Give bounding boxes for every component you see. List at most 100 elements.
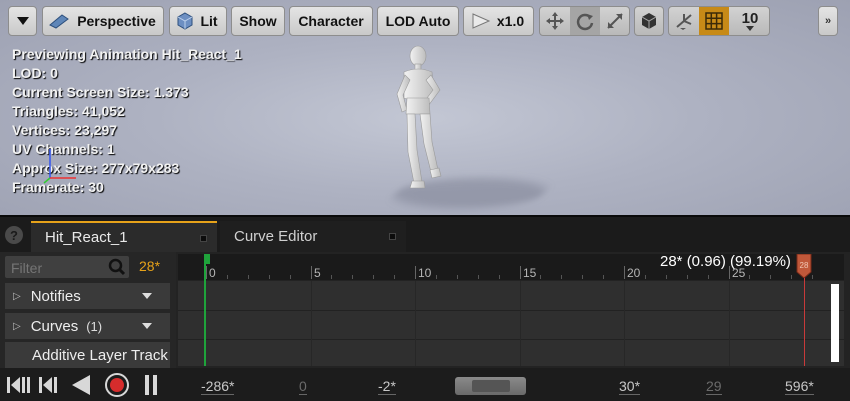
selection-range-end-value: 30* [619, 378, 641, 395]
chevron-down-icon [746, 26, 754, 31]
coordinate-system-button[interactable] [634, 6, 664, 36]
view-range-start-value: -286* [201, 378, 235, 395]
track-notifies[interactable]: ▷ Notifies [5, 283, 170, 309]
ruler-minor-tick [540, 275, 541, 279]
snap-group: 10 [668, 6, 770, 36]
track-additive-layer[interactable]: Additive Layer Track [5, 342, 170, 368]
ruler-minor-tick [582, 275, 583, 279]
animation-viewport[interactable]: Perspective Lit Show Character LOD Auto … [0, 0, 850, 217]
playback-end-line [804, 270, 805, 366]
grid-line [729, 281, 730, 366]
dropdown-arrow-icon[interactable] [142, 293, 152, 299]
view-range-end[interactable]: 596* [785, 378, 814, 395]
current-frame-count: 28* [139, 258, 161, 274]
track-curves-label: Curves [30, 317, 79, 335]
speed-label: x1.0 [496, 13, 525, 29]
vertical-scrollbar[interactable] [831, 284, 839, 362]
view-range-start[interactable]: -286* [201, 378, 235, 395]
playback-range-start-value: 0 [299, 378, 307, 395]
scale-mode-button[interactable] [600, 7, 630, 35]
track-rows-area[interactable] [178, 281, 844, 366]
tab-hit-react-label: Hit_React_1 [45, 229, 128, 246]
go-to-start-button[interactable] [5, 372, 33, 398]
dropdown-arrow-icon[interactable] [142, 323, 152, 329]
step-back-button[interactable] [36, 372, 60, 398]
ruler-tick [311, 266, 312, 279]
perspective-label: Perspective [77, 13, 156, 29]
info-vertices: Vertices: 23,297 [12, 122, 118, 138]
ruler-minor-tick [749, 275, 750, 279]
show-button[interactable]: Show [231, 6, 285, 36]
playback-range-start[interactable]: 0 [299, 378, 307, 395]
lit-sphere-icon [177, 12, 193, 30]
tab-curve-editor[interactable]: Curve Editor [220, 221, 406, 252]
expand-triangle-icon[interactable]: ▷ [13, 291, 21, 302]
info-triangles: Triangles: 41,052 [12, 103, 125, 119]
axis-gizmo-icon [43, 149, 76, 184]
ruler-minor-tick [394, 275, 395, 279]
scrollbar-grip[interactable] [472, 380, 510, 392]
mannequin-figure [396, 45, 442, 189]
playback-start-marker[interactable] [204, 254, 206, 366]
record-button[interactable] [103, 372, 131, 398]
ruler-tick-label: 15 [523, 266, 537, 280]
filter-input[interactable] [5, 256, 113, 280]
expand-triangle-icon[interactable]: ▷ [13, 321, 21, 332]
character-button[interactable]: Character [289, 6, 373, 36]
translate-mode-button[interactable] [540, 7, 570, 35]
perspective-button[interactable]: Perspective [42, 6, 164, 36]
record-icon [105, 373, 129, 397]
selection-range-end[interactable]: 30* [619, 378, 641, 395]
search-icon[interactable] [108, 258, 126, 276]
grid-snap-value-dropdown[interactable]: 10 [729, 7, 771, 35]
ruler-tick-label: 5 [314, 266, 321, 280]
tab-close-dot-icon[interactable] [389, 233, 396, 240]
scale-icon [607, 13, 623, 29]
track-curves[interactable]: ▷ Curves (1) [5, 313, 170, 339]
current-time-readout: 28* (0.96) (99.19%) [660, 253, 791, 270]
tab-hit-react[interactable]: Hit_React_1 [31, 221, 217, 252]
snap-value: 10 [741, 10, 759, 27]
rotate-icon [576, 13, 594, 31]
ruler-tick [624, 266, 625, 279]
character-label: Character [298, 13, 364, 29]
view-range-end-value: 596* [785, 378, 814, 395]
surface-snap-button[interactable] [669, 7, 699, 35]
ruler-minor-tick [227, 275, 228, 279]
grid-snap-button[interactable] [699, 7, 729, 35]
playback-range-end[interactable]: 29 [706, 378, 722, 395]
info-previewing: Previewing Animation Hit_React_1 [12, 46, 242, 62]
ruler-tick [520, 266, 521, 279]
selection-range-start[interactable]: -2* [378, 378, 396, 395]
rotate-mode-button[interactable] [570, 7, 600, 35]
playback-speed-button[interactable]: x1.0 [463, 6, 534, 36]
lod-button[interactable]: LOD Auto [377, 6, 459, 36]
track-curves-count: (1) [86, 318, 103, 334]
lit-button[interactable]: Lit [169, 6, 227, 36]
play-speed-icon [472, 13, 491, 29]
help-icon[interactable]: ? [5, 226, 23, 244]
ruler-minor-tick [290, 275, 291, 279]
expand-toolbar-button[interactable]: » [818, 6, 838, 36]
start-marker-flag[interactable] [204, 254, 210, 264]
ruler-minor-tick [645, 275, 646, 279]
selection-range-start-value: -2* [378, 378, 396, 395]
ruler-tick [415, 266, 416, 279]
ruler-minor-tick [603, 275, 604, 279]
timeline-range-scrollbar[interactable] [455, 377, 526, 395]
tab-curve-editor-label: Curve Editor [234, 228, 318, 245]
grid-icon [705, 12, 723, 30]
row-separator [178, 339, 844, 340]
ruler-minor-tick [791, 275, 792, 279]
tab-close-dot-icon[interactable] [200, 235, 207, 242]
lod-label: LOD Auto [385, 13, 451, 29]
surface-snap-icon [676, 14, 692, 30]
ruler-minor-tick [812, 275, 813, 279]
ruler-minor-tick [248, 275, 249, 279]
viewport-options-button[interactable] [8, 6, 37, 36]
lit-label: Lit [200, 13, 218, 29]
play-reverse-button[interactable] [68, 372, 94, 398]
scrub-head-label: 28 [800, 261, 809, 270]
pause-button[interactable] [140, 372, 162, 398]
scrub-head-handle[interactable]: 28 [796, 254, 812, 278]
